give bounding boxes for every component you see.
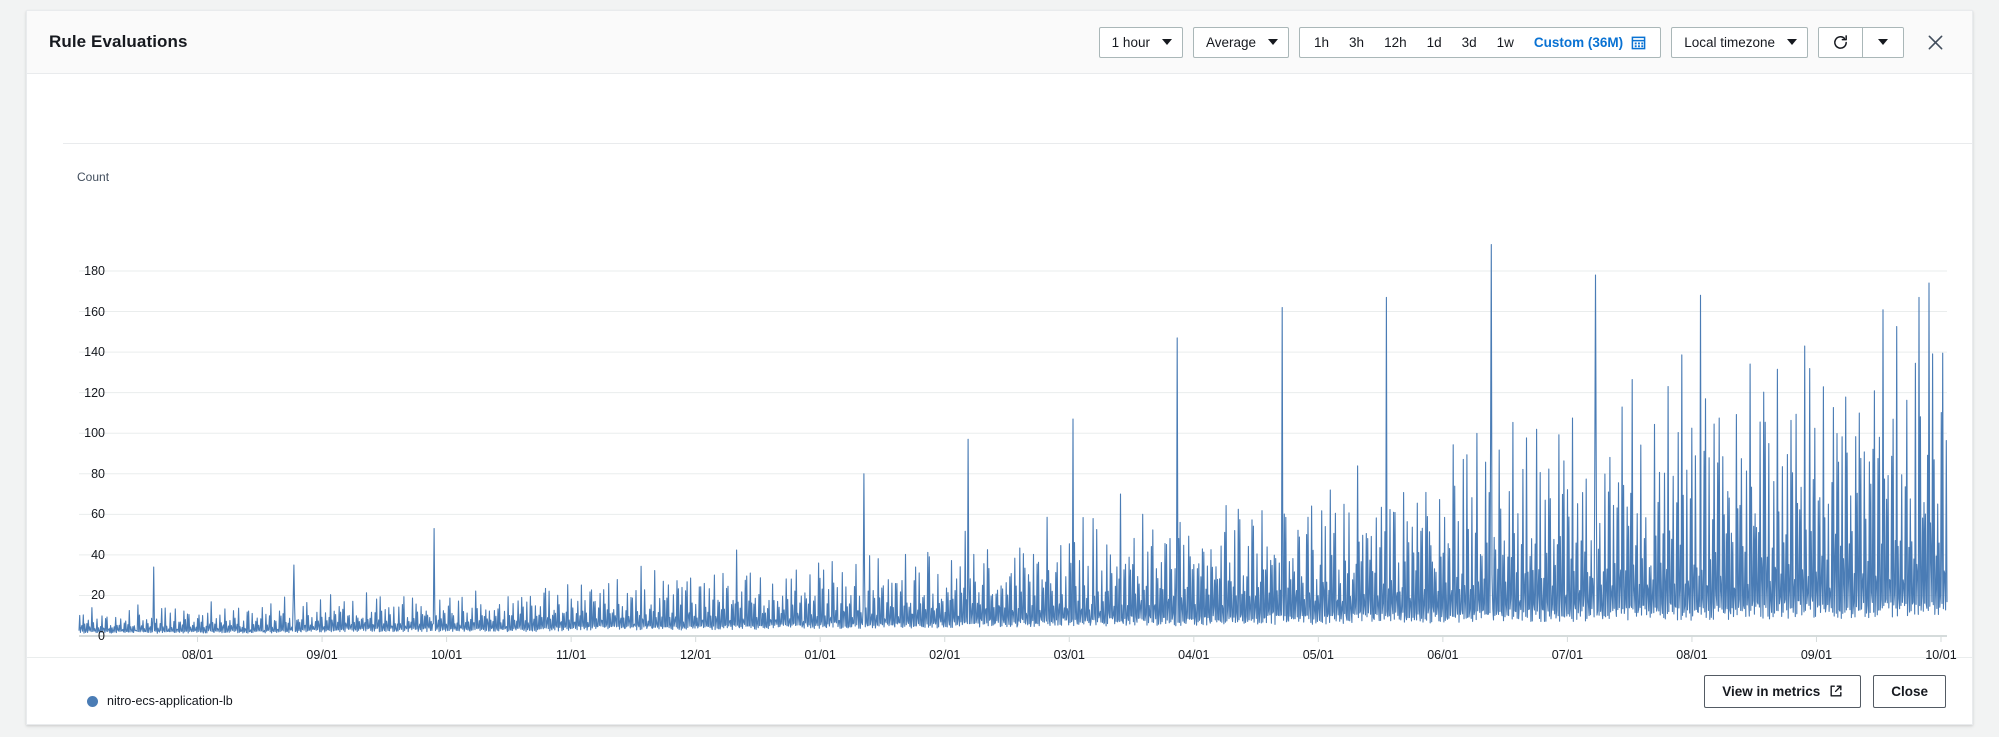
- close-button[interactable]: [1920, 27, 1950, 57]
- timezone-select-value: Local timezone: [1684, 34, 1775, 50]
- x-axis-tick-label: 07/01: [1551, 648, 1584, 662]
- x-axis-tick-label: 08/01: [181, 648, 214, 662]
- page-title: Rule Evaluations: [49, 32, 188, 51]
- x-axis-tick-label: 06/01: [1427, 648, 1459, 662]
- x-axis-tick-label: 02/01: [929, 648, 961, 662]
- range-option-3h[interactable]: 3h: [1349, 35, 1364, 50]
- x-axis-tick-label: 05/01: [1302, 648, 1334, 662]
- period-select-value: 1 hour: [1111, 34, 1150, 50]
- chevron-down-icon: [1787, 39, 1797, 45]
- y-axis-tick-label: 0: [98, 629, 105, 643]
- range-option-12h[interactable]: 12h: [1384, 35, 1407, 50]
- time-range-selector: 1h 3h 12h 1d 3d 1w Custom (36M): [1299, 26, 1662, 58]
- external-link-icon: [1830, 685, 1842, 697]
- x-axis-tick-label: 08/01: [1676, 648, 1708, 662]
- header-controls: 1 hour Average 1h 3h 12h 1d 3d 1w Custom…: [1098, 26, 1950, 58]
- panel-body: Count 0 20 40 60 80 100 120 140 160 180 08/01 09/0…: [27, 74, 1972, 708]
- refresh-button[interactable]: [1819, 27, 1863, 57]
- chart-legend: nitro-ecs-application-lb: [87, 694, 233, 708]
- rule-evaluations-chart: Count 0 20 40 60 80 100 120 140 160 180 08/01 09/0…: [27, 74, 1972, 708]
- custom-range-label: Custom (36M): [1533, 34, 1624, 50]
- refresh-dropdown-button[interactable]: [1863, 27, 1903, 57]
- chevron-down-icon: [1161, 39, 1172, 45]
- x-axis-tick-label: 03/01: [1053, 648, 1085, 662]
- statistic-select-value: Average: [1205, 34, 1256, 50]
- period-select[interactable]: 1 hour: [1098, 26, 1183, 58]
- x-axis-tick-label: 04/01: [1178, 648, 1210, 662]
- x-axis-tick-label: 01/01: [804, 648, 836, 662]
- y-axis-tick-label: 60: [91, 507, 105, 522]
- rule-evaluations-panel: Rule Evaluations 1 hour Average 1h 3h 12…: [26, 10, 1973, 725]
- legend-item-label[interactable]: nitro-ecs-application-lb: [107, 694, 233, 708]
- y-axis-tick-label: 20: [91, 588, 105, 603]
- range-option-1d[interactable]: 1d: [1427, 35, 1442, 50]
- panel-footer: View in metrics Close: [27, 657, 1972, 724]
- calendar-icon: [1631, 36, 1646, 49]
- x-axis-tick-label: 11/01: [555, 648, 587, 662]
- chevron-down-icon: [1268, 39, 1278, 45]
- view-in-metrics-label: View in metrics: [1722, 683, 1821, 699]
- statistic-select[interactable]: Average: [1192, 26, 1289, 58]
- y-axis-tick-label: 80: [91, 466, 105, 481]
- y-axis-tick-label: 120: [84, 385, 105, 400]
- legend-color-swatch: [87, 695, 98, 707]
- refresh-button-group: [1818, 26, 1904, 58]
- close-footer-label: Close: [1891, 683, 1928, 699]
- y-axis-tick-label: 180: [84, 264, 105, 278]
- view-in-metrics-button[interactable]: View in metrics: [1704, 674, 1862, 708]
- range-option-1h[interactable]: 1h: [1314, 35, 1329, 50]
- close-footer-button[interactable]: Close: [1873, 674, 1946, 708]
- x-axis-tick-label: 09/01: [1800, 648, 1833, 662]
- y-axis-tick-label: 140: [84, 345, 105, 360]
- x-axis-tick-label: 10/01: [430, 648, 463, 662]
- close-icon: [1928, 35, 1942, 49]
- x-axis-tick-label: 12/01: [680, 648, 712, 662]
- range-option-1w[interactable]: 1w: [1497, 35, 1514, 50]
- custom-range-button[interactable]: Custom (36M): [1534, 35, 1646, 50]
- y-axis-tick-label: 100: [84, 426, 105, 441]
- panel-header: Rule Evaluations 1 hour Average 1h 3h 12…: [27, 11, 1972, 74]
- x-axis-tick-label: 09/01: [306, 648, 338, 662]
- y-axis-tick-label: 160: [84, 304, 105, 319]
- chevron-down-icon: [1878, 39, 1888, 45]
- chart-plot-area: [78, 244, 1948, 642]
- refresh-icon: [1834, 34, 1847, 49]
- y-axis-tick-label: 40: [91, 547, 105, 562]
- x-axis-tick-label: 10/01: [1925, 648, 1957, 662]
- range-option-3d[interactable]: 3d: [1462, 35, 1477, 50]
- timezone-select[interactable]: Local timezone: [1671, 26, 1808, 58]
